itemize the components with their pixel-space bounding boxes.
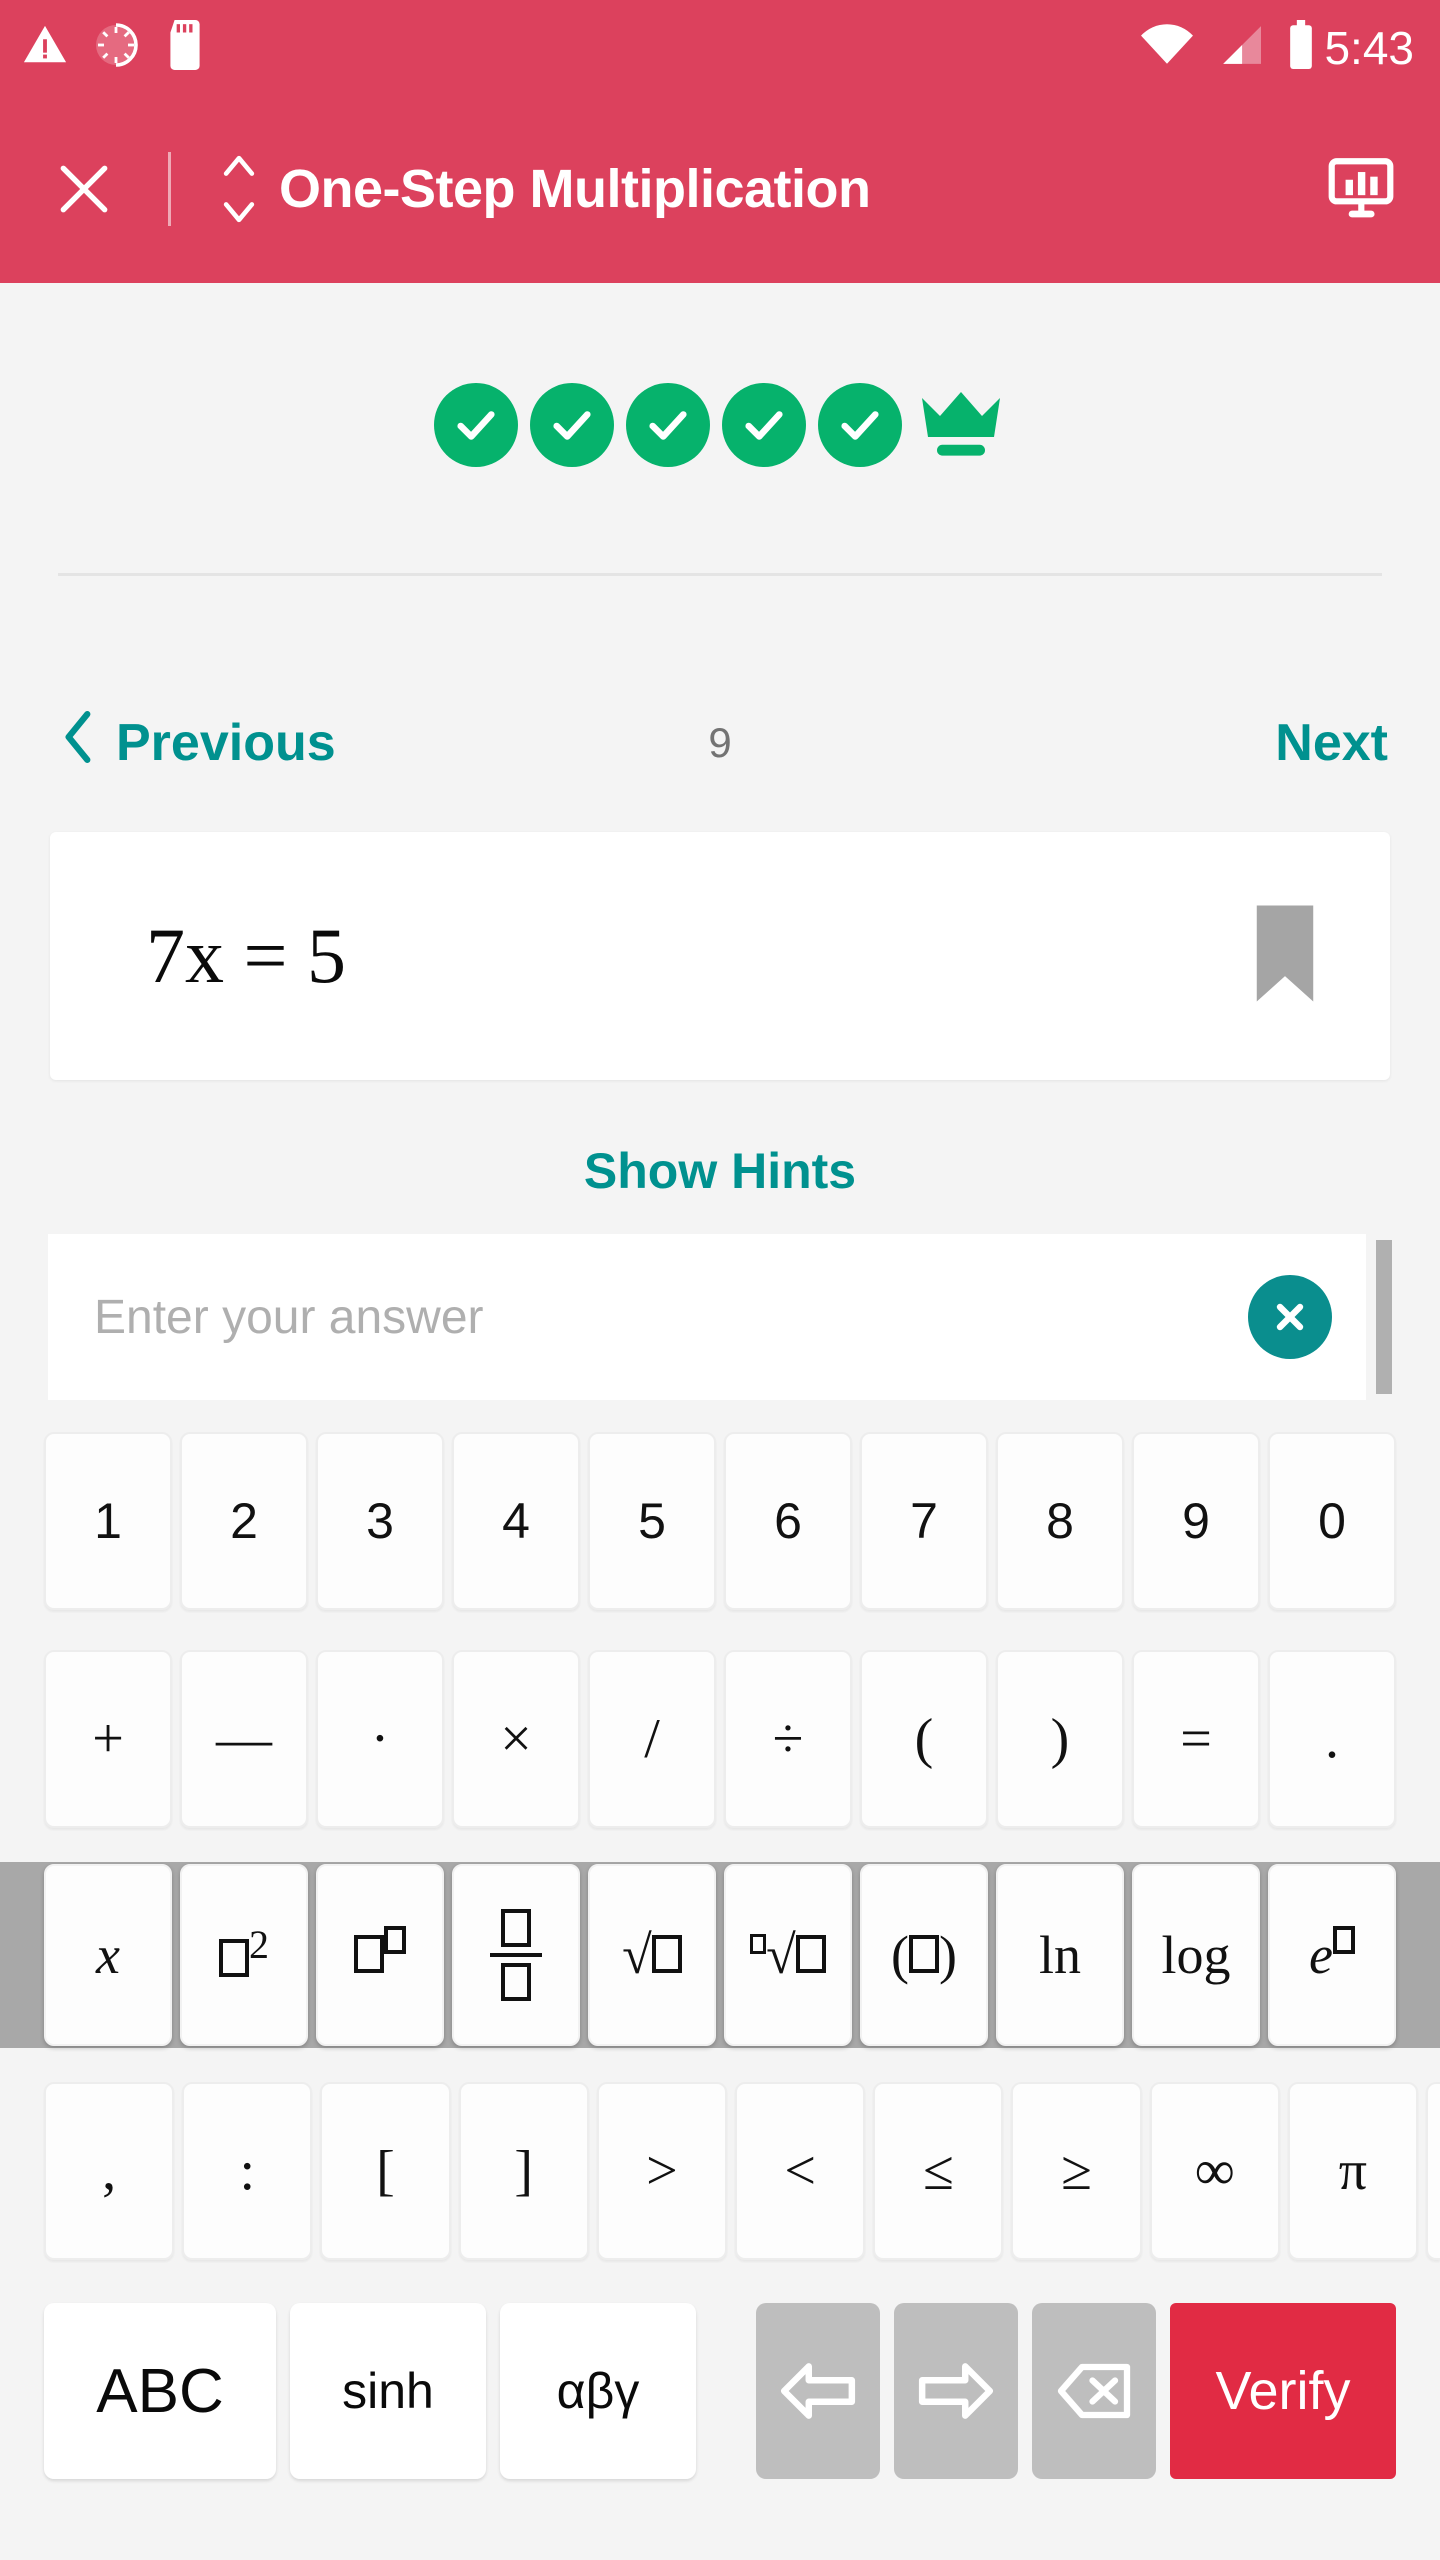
equation-display: 7x = 5 (146, 911, 346, 1001)
key-digit-3[interactable]: 3 (316, 1432, 444, 1610)
progress-check-4 (722, 383, 806, 467)
arrow-right-icon[interactable] (894, 2303, 1018, 2479)
key-less-equal[interactable]: ≤ (873, 2082, 1004, 2260)
key-exponential-glyph: e (1309, 1924, 1355, 1986)
progress-check-3 (626, 383, 710, 467)
key-greater-equal[interactable]: ≥ (1011, 2082, 1142, 2260)
page-title: One-Step Multiplication (279, 159, 871, 219)
key-power[interactable] (316, 1864, 444, 2046)
key-digit-4[interactable]: 4 (452, 1432, 580, 1610)
keyboard-row-symbols: , : [ ] > < ≤ ≥ ∞ π (0, 2078, 1440, 2264)
key-greater-than[interactable]: > (596, 2082, 728, 2260)
progress-check-5 (818, 383, 902, 467)
arrow-left-icon[interactable] (756, 2303, 880, 2479)
problem-index: 9 (708, 719, 732, 766)
status-bar: 5:43 (0, 0, 1440, 95)
key-digit-6[interactable]: 6 (724, 1432, 852, 1610)
app-bar-divider (168, 152, 171, 226)
key-divide[interactable]: ÷ (724, 1650, 852, 1828)
sd-card-icon (164, 20, 206, 75)
key-nth-root-glyph: √ (750, 1924, 826, 1986)
key-decimal-point[interactable]: . (1268, 1650, 1396, 1828)
key-square-glyph: 2 (219, 1921, 269, 1990)
key-variable-x[interactable]: x (44, 1864, 172, 2046)
verify-button[interactable]: Verify (1170, 2303, 1396, 2479)
cellular-signal-icon (1216, 24, 1264, 71)
key-power-glyph (354, 1924, 406, 1986)
sort-updown-icon[interactable] (217, 153, 261, 225)
presentation-chart-icon[interactable] (1316, 144, 1406, 234)
keyboard-row-operators: + — · × / ÷ ( ) = . (0, 1646, 1440, 1832)
key-paren-close[interactable]: ) (996, 1650, 1124, 1828)
key-nth-root[interactable]: √ (724, 1864, 852, 2046)
spinner-icon (92, 21, 140, 74)
key-minus[interactable]: — (180, 1650, 308, 1828)
key-variable-x-label: x (96, 1925, 120, 1985)
wifi-icon (1140, 24, 1194, 71)
key-square[interactable]: 2 (180, 1864, 308, 2046)
close-button[interactable] (48, 153, 120, 225)
key-parentheses-group[interactable]: () (860, 1864, 988, 2046)
progress-indicator (0, 283, 1440, 477)
answer-input-area: Enter your answer (48, 1234, 1392, 1400)
key-fraction[interactable] (452, 1864, 580, 2046)
problem-card: 7x = 5 (50, 832, 1390, 1080)
key-fraction-glyph (490, 1909, 542, 2001)
keyboard-row-functions: x 2 √ √ () ln log e (0, 1862, 1440, 2048)
status-bar-left-icons (22, 20, 206, 75)
key-digit-9[interactable]: 9 (1132, 1432, 1260, 1610)
progress-check-1 (434, 383, 518, 467)
key-parentheses-glyph: () (891, 1925, 957, 1985)
key-equals[interactable]: = (1132, 1650, 1260, 1828)
answer-input-placeholder: Enter your answer (94, 1290, 484, 1344)
answer-input[interactable]: Enter your answer (48, 1234, 1366, 1400)
key-colon[interactable]: : (182, 2082, 313, 2260)
show-hints-button[interactable]: Show Hints (0, 1142, 1440, 1200)
key-digit-1[interactable]: 1 (44, 1432, 172, 1610)
key-infinity[interactable]: ∞ (1149, 2082, 1280, 2260)
key-square-root[interactable]: √ (588, 1864, 716, 2046)
progress-check-2 (530, 383, 614, 467)
status-bar-right-icons (1140, 20, 1316, 75)
key-times[interactable]: × (452, 1650, 580, 1828)
key-digit-8[interactable]: 8 (996, 1432, 1124, 1610)
content-divider (58, 573, 1382, 576)
key-exponential[interactable]: e (1268, 1864, 1396, 2046)
key-bracket-close[interactable]: ] (458, 2082, 589, 2260)
key-sinh-mode[interactable]: sinh (290, 2303, 486, 2479)
key-paren-open[interactable]: ( (860, 1650, 988, 1828)
key-dot-multiply[interactable]: · (316, 1650, 444, 1828)
key-digit-5[interactable]: 5 (588, 1432, 716, 1610)
keyboard-row-actions: ABC sinh αβγ Verify (0, 2298, 1440, 2484)
key-less-than[interactable]: < (735, 2082, 866, 2260)
status-bar-clock: 5:43 (1324, 21, 1414, 74)
key-overflow-partial[interactable] (1426, 2082, 1440, 2260)
key-greek-mode[interactable]: αβγ (500, 2303, 696, 2479)
equation-text: 7x = 5 (146, 912, 346, 999)
key-natural-log[interactable]: ln (996, 1864, 1124, 2046)
key-digit-7[interactable]: 7 (860, 1432, 988, 1610)
keyboard-row-digits: 1 2 3 4 5 6 7 8 9 0 (0, 1428, 1440, 1614)
bookmark-icon[interactable] (1256, 905, 1314, 1007)
crown-icon (916, 383, 1006, 467)
key-digit-0[interactable]: 0 (1268, 1432, 1396, 1610)
problem-navigation: Previous 9 Next (0, 678, 1440, 808)
app-bar: One-Step Multiplication (0, 95, 1440, 283)
key-comma[interactable]: , (44, 2082, 175, 2260)
key-bracket-open[interactable]: [ (320, 2082, 451, 2260)
key-log[interactable]: log (1132, 1864, 1260, 2046)
clear-answer-button[interactable] (1248, 1275, 1332, 1359)
key-abc-mode[interactable]: ABC (44, 2303, 276, 2479)
key-square-root-glyph: √ (622, 1924, 682, 1986)
key-digit-2[interactable]: 2 (180, 1432, 308, 1610)
key-pi[interactable]: π (1287, 2082, 1419, 2260)
answer-scrollbar[interactable] (1376, 1234, 1392, 1400)
battery-icon (1286, 20, 1316, 75)
warning-triangle-icon (22, 22, 68, 73)
key-slash[interactable]: / (588, 1650, 716, 1828)
backspace-icon[interactable] (1032, 2303, 1156, 2479)
key-plus[interactable]: + (44, 1650, 172, 1828)
